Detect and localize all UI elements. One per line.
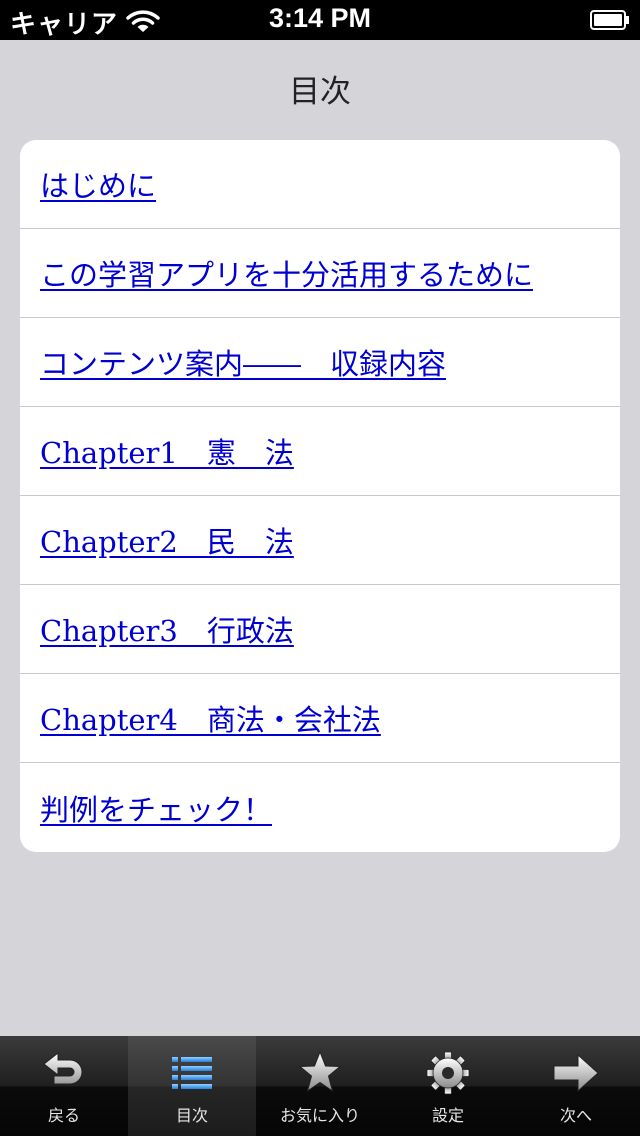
tab-back[interactable]: 戻る xyxy=(0,1036,128,1136)
toc-link-chapter1[interactable]: Chapter1 憲 法 xyxy=(40,430,294,472)
toc-link-chapter4[interactable]: Chapter4 商法・会社法 xyxy=(40,697,381,739)
toc-item-chapter1[interactable]: Chapter1 憲 法 xyxy=(20,407,620,496)
toc-item-chapter2[interactable]: Chapter2 民 法 xyxy=(20,496,620,585)
tab-label-back: 戻る xyxy=(47,1106,80,1125)
toc-link-chapter2[interactable]: Chapter2 民 法 xyxy=(40,519,294,561)
tab-settings[interactable]: 設定 xyxy=(384,1036,512,1136)
toc-item-chapter3[interactable]: Chapter3 行政法 xyxy=(20,585,620,674)
tab-label-next: 次へ xyxy=(559,1106,592,1125)
tab-label-settings: 設定 xyxy=(431,1106,464,1125)
app-screen: キャリア 3:14 PM 目次 はじめに この学習アプリを十分活用するために コ… xyxy=(0,0,640,1136)
gear-icon xyxy=(426,1051,470,1095)
page-title: 目次 xyxy=(289,74,351,110)
toc-item-introduction[interactable]: はじめに xyxy=(20,140,620,229)
toc-link-how-to-use[interactable]: この学習アプリを十分活用するために xyxy=(40,252,533,294)
toc-link-contents-guide[interactable]: コンテンツ案内―― 収録内容 xyxy=(40,341,446,383)
tab-bar: 戻る 目次 お気に入り 設定 次へ xyxy=(0,1036,640,1136)
tab-next[interactable]: 次へ xyxy=(512,1036,640,1136)
toc-item-how-to-use[interactable]: この学習アプリを十分活用するために xyxy=(20,229,620,318)
star-icon xyxy=(298,1050,342,1093)
toc-item-chapter4[interactable]: Chapter4 商法・会社法 xyxy=(20,674,620,763)
back-arrow-icon xyxy=(43,1051,83,1085)
status-time: 3:14 PM xyxy=(268,3,372,33)
toc-list: はじめに この学習アプリを十分活用するために コンテンツ案内―― 収録内容 Ch… xyxy=(20,140,620,852)
toc-item-contents-guide[interactable]: コンテンツ案内―― 収録内容 xyxy=(20,318,620,407)
tab-toc[interactable]: 目次 xyxy=(128,1036,256,1136)
battery-icon xyxy=(590,10,629,30)
toc-link-case-check[interactable]: 判例をチェック！ xyxy=(40,787,272,829)
tab-favorites[interactable]: お気に入り xyxy=(256,1036,384,1136)
main-content: 目次 はじめに この学習アプリを十分活用するために コンテンツ案内―― 収録内容… xyxy=(0,40,640,1036)
list-icon xyxy=(172,1057,212,1089)
toc-item-case-check[interactable]: 判例をチェック！ xyxy=(20,763,620,852)
forward-arrow-icon xyxy=(553,1053,599,1093)
tab-label-favorites: お気に入り xyxy=(279,1106,360,1125)
toc-link-introduction[interactable]: はじめに xyxy=(40,163,156,205)
status-bar: キャリア 3:14 PM xyxy=(0,0,640,40)
tab-label-toc: 目次 xyxy=(175,1106,208,1125)
toc-link-chapter3[interactable]: Chapter3 行政法 xyxy=(40,608,294,650)
